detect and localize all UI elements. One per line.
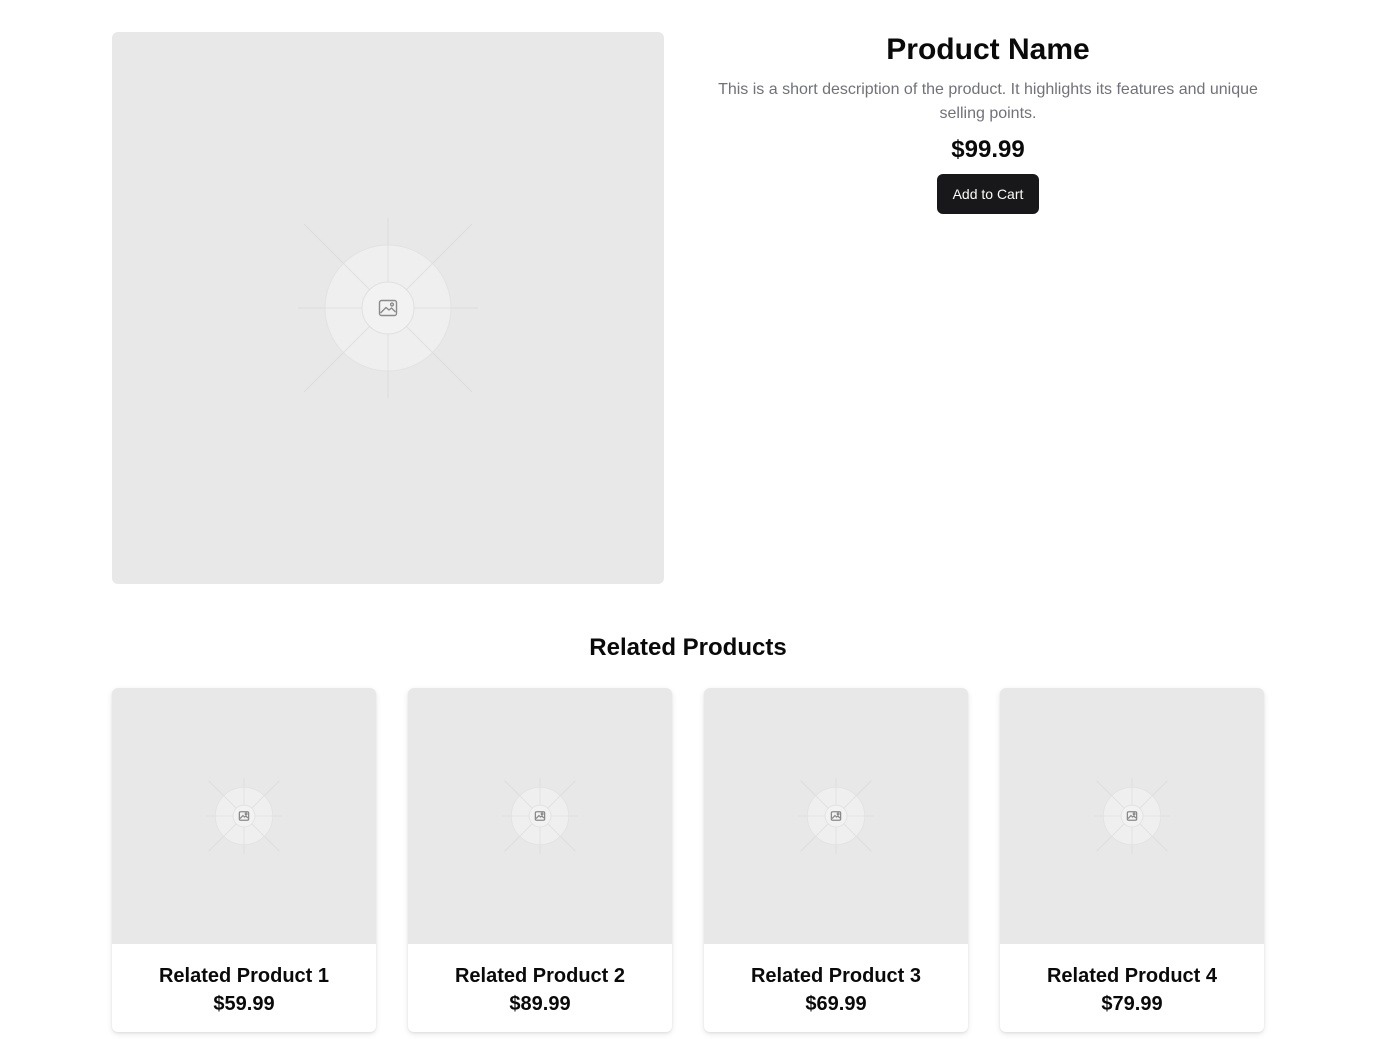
- product-price: $99.99: [951, 136, 1025, 163]
- image-placeholder-icon: [502, 778, 578, 854]
- related-product-title[interactable]: Related Product 1: [112, 962, 376, 990]
- related-product-price: $89.99: [509, 993, 571, 1015]
- related-product-body: Related Product 3 $69.99: [704, 944, 968, 1018]
- product-info: Product Name This is a short description…: [712, 32, 1264, 214]
- related-product-card[interactable]: Related Product 4 $79.99: [1000, 688, 1264, 1032]
- image-placeholder-icon: [1094, 778, 1170, 854]
- image-placeholder-icon: [298, 218, 478, 398]
- related-product-price: $79.99: [1101, 993, 1163, 1015]
- product-description: This is a short description of the produ…: [718, 81, 1258, 122]
- related-product-image: [408, 688, 672, 944]
- related-product-card[interactable]: Related Product 2 $89.99: [408, 688, 672, 1032]
- related-product-body: Related Product 2 $89.99: [408, 944, 672, 1018]
- related-product-title[interactable]: Related Product 4: [1000, 962, 1264, 990]
- related-products-grid: Related Product 1 $59.99 Related Product…: [112, 688, 1264, 1032]
- add-to-cart-button[interactable]: Add to Cart: [936, 174, 1040, 214]
- related-product-price: $59.99: [213, 993, 275, 1015]
- related-product-body: Related Product 4 $79.99: [1000, 944, 1264, 1018]
- product-page: Product Name This is a short description…: [0, 0, 1376, 1064]
- related-product-image: [112, 688, 376, 944]
- related-product-card[interactable]: Related Product 1 $59.99: [112, 688, 376, 1032]
- related-product-title[interactable]: Related Product 3: [704, 962, 968, 990]
- related-product-card[interactable]: Related Product 3 $69.99: [704, 688, 968, 1032]
- related-product-image: [704, 688, 968, 944]
- image-placeholder-icon: [206, 778, 282, 854]
- related-product-body: Related Product 1 $59.99: [112, 944, 376, 1018]
- related-product-price: $69.99: [805, 993, 867, 1015]
- related-product-title[interactable]: Related Product 2: [408, 962, 672, 990]
- related-products-heading: Related Products: [589, 634, 787, 661]
- image-placeholder-icon: [798, 778, 874, 854]
- product-title: Product Name: [886, 33, 1090, 66]
- product-image: [112, 32, 664, 584]
- related-product-image: [1000, 688, 1264, 944]
